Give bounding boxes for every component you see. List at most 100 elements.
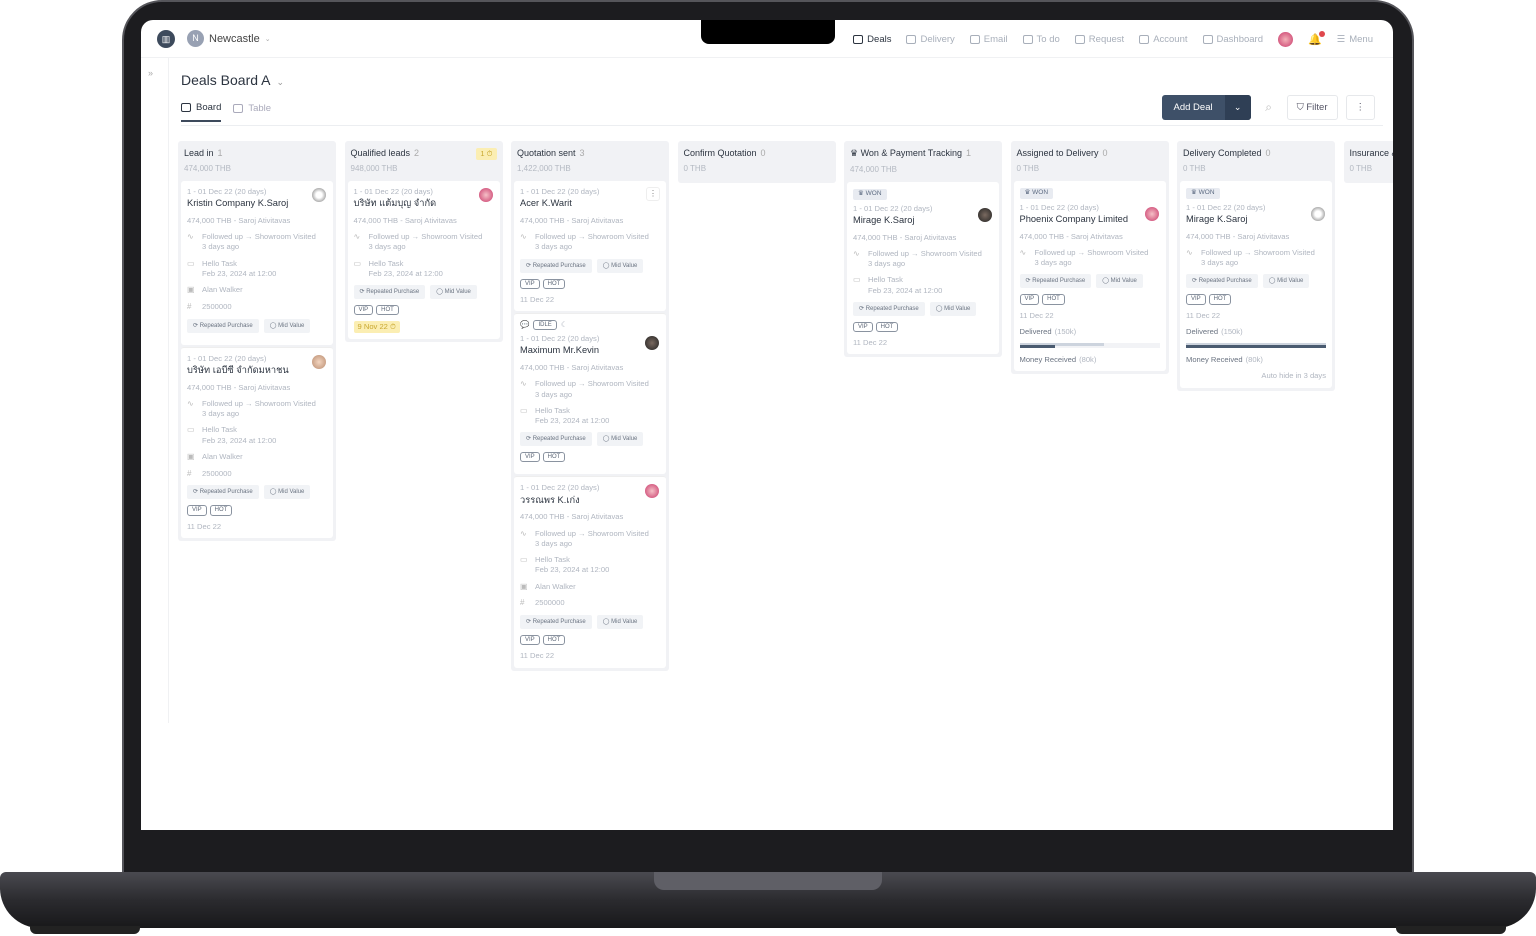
nav-item-dashboard[interactable]: Dashboard bbox=[1202, 34, 1263, 45]
tag[interactable]: ◯ Mid Value bbox=[596, 615, 644, 630]
tag-label: Repeated Purchase bbox=[199, 489, 253, 496]
chip-list: VIP HOT bbox=[187, 505, 327, 516]
menu-button[interactable]: ☰ Menu bbox=[1337, 34, 1373, 45]
expand-sidebar-icon[interactable]: » bbox=[148, 68, 153, 78]
tag[interactable]: ◯ Mid Value bbox=[1262, 274, 1310, 289]
tag-label: Mid Value bbox=[611, 619, 638, 626]
assignee-avatar[interactable] bbox=[1311, 207, 1325, 221]
assignee-avatar[interactable] bbox=[312, 188, 326, 202]
chevron-down-icon[interactable]: ⌄ bbox=[1224, 95, 1251, 120]
card-detail-row: ∿ Followed up → Showroom Visited 3 days ag… bbox=[1186, 248, 1326, 269]
workspace-switcher[interactable]: N Newcastle ⌄ bbox=[187, 30, 271, 47]
nav-item-email[interactable]: Email bbox=[969, 34, 1008, 45]
nav-item-account[interactable]: Account bbox=[1139, 34, 1188, 45]
value-icon: ◯ bbox=[269, 489, 279, 496]
crown-icon: ♛ bbox=[1191, 189, 1199, 196]
nav-deals-icon bbox=[853, 35, 864, 44]
deal-card[interactable]: 1 - 01 Dec 22 (20 days) Kristin Company K… bbox=[181, 181, 333, 345]
detail-line: Followed up → Showroom Visited bbox=[868, 248, 982, 258]
notification-bell-icon[interactable]: 🔔 bbox=[1308, 31, 1325, 46]
tag[interactable]: ◯ Mid Value bbox=[430, 285, 477, 300]
detail-text: Hello Task Feb 23, 2024 at 12:00 bbox=[535, 406, 609, 427]
assignee-avatar[interactable] bbox=[645, 335, 659, 350]
tag[interactable]: ⟳ Repeated Purchase bbox=[353, 285, 426, 300]
card-title[interactable]: Mirage K.Saroj bbox=[853, 214, 993, 227]
nav-item-request[interactable]: Request bbox=[1074, 34, 1124, 45]
card-date: 11 Dec 22 bbox=[1186, 310, 1221, 320]
deal-card[interactable]: 1 - 01 Dec 22 (20 days) บริษัท เอบีซี จำก… bbox=[181, 346, 333, 538]
tag-label: Mid Value bbox=[278, 322, 305, 329]
chip-vip: VIP bbox=[520, 635, 540, 646]
deal-card[interactable]: ♛ WON 1 - 01 Dec 22 (20 days) Mirage K.Sar… bbox=[1180, 181, 1332, 388]
page-title[interactable]: Deals Board A ⌄ bbox=[181, 72, 284, 88]
card-detail-row: ▣ Alan Walker bbox=[187, 285, 327, 296]
deal-card[interactable]: 1 - 01 Dec 22 (20 days) บริษัท แต้มบุญ จำ… bbox=[347, 181, 500, 340]
tag[interactable]: ◯ Mid Value bbox=[263, 318, 311, 333]
detail-line: Followed up → Showroom Visited bbox=[1201, 247, 1315, 257]
detail-line: Followed up → Showroom Visited bbox=[202, 232, 316, 242]
view-tabs: Board Table bbox=[181, 102, 271, 122]
tag[interactable]: ◯ Mid Value bbox=[596, 258, 644, 273]
card-amount: 474,000 THB - Saroj Ativitavas bbox=[520, 215, 624, 225]
deal-card[interactable]: ♛ WON 1 - 01 Dec 22 (20 days) Phoenix Comp… bbox=[1013, 181, 1166, 372]
detail-text: 2500000 bbox=[535, 598, 565, 609]
more-options-button[interactable]: ⋮ bbox=[1345, 95, 1375, 120]
table-icon bbox=[233, 104, 244, 113]
deal-card[interactable]: 💬 IDLE ☾ 1 - 01 Dec 22 (20 days) Maximum Mr.… bbox=[514, 312, 666, 475]
filter-button[interactable]: ⛉ Filter bbox=[1286, 95, 1338, 120]
card-title[interactable]: Maximum Mr.Kevin bbox=[520, 344, 660, 357]
card-title[interactable]: บริษัท แต้มบุญ จำกัด bbox=[354, 197, 494, 210]
detail-line: 2500000 bbox=[535, 598, 565, 608]
card-title[interactable]: Kristin Company K.Saroj bbox=[187, 197, 327, 210]
card-title[interactable]: Phoenix Company Limited bbox=[1020, 213, 1160, 226]
tag-label: Repeated Purchase bbox=[1032, 278, 1086, 285]
detail-line: Alan Walker bbox=[202, 285, 243, 295]
column-amount: 474,000 THB bbox=[184, 164, 231, 173]
tag-list: ⟳ Repeated Purchase ◯ Mid Value bbox=[1186, 274, 1326, 289]
won-label: WON bbox=[865, 190, 882, 197]
detail-text: Alan Walker bbox=[202, 285, 243, 296]
card-more-button[interactable]: ⋮ bbox=[646, 187, 660, 201]
column-header: Quotation sent 3 1,422,000 THB bbox=[514, 144, 666, 179]
assignee-avatar[interactable] bbox=[478, 188, 493, 202]
deal-card[interactable]: 1 - 01 Dec 22 (20 days) วรรณพร K.เก่ง 474,… bbox=[514, 476, 666, 668]
card-title[interactable]: วรรณพร K.เก่ง bbox=[520, 494, 660, 507]
nav-item-delivery[interactable]: Delivery bbox=[906, 34, 955, 45]
tag[interactable]: ⟳ Repeated Purchase bbox=[520, 258, 592, 273]
detail-subline: 3 days ago bbox=[1034, 258, 1072, 268]
nav-item-to-do[interactable]: To do bbox=[1022, 34, 1060, 45]
tag[interactable]: ⟳ Repeated Purchase bbox=[520, 615, 592, 630]
search-icon[interactable]: ⌕ bbox=[1259, 100, 1279, 115]
assignee-avatar[interactable] bbox=[312, 354, 326, 369]
card-title[interactable]: Acer K.Warit bbox=[520, 197, 660, 210]
deal-card[interactable]: ⋮ 1 - 01 Dec 22 (20 days) Acer K.Warit 474,… bbox=[514, 181, 666, 311]
detail-subline: Feb 23, 2024 at 12:00 bbox=[535, 416, 610, 426]
value-icon: ◯ bbox=[1268, 278, 1278, 285]
nav-item-deals[interactable]: Deals bbox=[853, 34, 891, 45]
tag[interactable]: ◯ Mid Value bbox=[263, 485, 311, 500]
add-deal-button[interactable]: Add Deal ⌄ bbox=[1161, 95, 1251, 120]
tag[interactable]: ⟳ Repeated Purchase bbox=[1186, 274, 1258, 289]
tag[interactable]: ⟳ Repeated Purchase bbox=[187, 485, 259, 500]
app-logo[interactable]: ▥ bbox=[157, 30, 175, 48]
tag[interactable]: ◯ Mid Value bbox=[929, 301, 977, 316]
tag[interactable]: ◯ Mid Value bbox=[596, 432, 644, 447]
tab-table[interactable]: Table bbox=[233, 102, 271, 122]
tag[interactable]: ◯ Mid Value bbox=[1096, 274, 1143, 289]
assignee-avatar[interactable] bbox=[978, 208, 992, 222]
card-title[interactable]: บริษัท เอบีซี จำกัดมหาชน bbox=[187, 364, 327, 377]
tag[interactable]: ⟳ Repeated Purchase bbox=[187, 318, 259, 333]
activity-icon: ∿ bbox=[520, 379, 527, 389]
deal-card[interactable]: ♛ WON 1 - 01 Dec 22 (20 days) Mirage K.Sar… bbox=[847, 182, 999, 355]
assignee-avatar[interactable] bbox=[1144, 207, 1159, 221]
nav-label: To do bbox=[1036, 34, 1060, 45]
column-header: Assigned to Delivery 0 0 THB bbox=[1014, 144, 1166, 179]
tag[interactable]: ⟳ Repeated Purchase bbox=[1019, 274, 1092, 289]
tab-board[interactable]: Board bbox=[181, 102, 222, 122]
card-title[interactable]: Mirage K.Saroj bbox=[1186, 213, 1326, 226]
tag[interactable]: ⟳ Repeated Purchase bbox=[520, 432, 592, 447]
chip-hot: HOT bbox=[875, 321, 899, 332]
column-count: 0 bbox=[760, 148, 766, 158]
user-avatar[interactable] bbox=[1278, 32, 1293, 47]
tag[interactable]: ⟳ Repeated Purchase bbox=[853, 301, 925, 316]
